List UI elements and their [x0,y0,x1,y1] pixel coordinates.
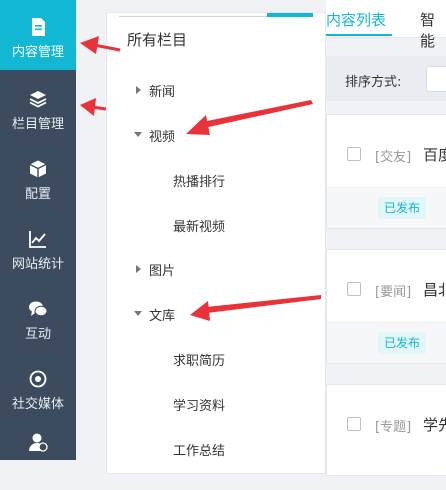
nav-item-interact[interactable]: 互动 [0,282,76,352]
nav-item-content[interactable]: 内容管理 [0,0,76,70]
tree-node-images[interactable]: 图片 [149,260,175,279]
item-footer: 已发布 [327,187,446,228]
item-checkbox[interactable] [347,147,361,161]
tree-title[interactable]: 所有栏目 [127,29,187,50]
layers-icon [29,91,47,108]
tab-smart[interactable]: 智能 [420,9,446,51]
nav-item-config[interactable]: 配置 [0,142,76,212]
item-title[interactable]: 学先 [423,414,446,435]
nav-label: 栏目管理 [11,117,64,132]
nav-label: 社交媒体 [11,397,64,412]
item-tag: [交友] [375,150,412,165]
nav-label: 配置 [24,187,51,202]
nav-item-stats[interactable]: 网站统计 [0,212,76,282]
status-badge: 已发布 [378,332,427,354]
tree-node-work-summary[interactable]: 工作总结 [173,440,225,459]
social-icon [29,370,47,388]
nav-label: 内容管理 [11,45,64,60]
cube-icon [29,160,47,178]
collapse-caret-icon[interactable] [134,132,142,137]
content-tabs: 内容列表 智能 [326,0,446,50]
tree-search-button[interactable] [267,13,313,17]
tab-active-indicator [326,34,392,36]
nav-item-column[interactable]: 栏目管理 [0,72,76,142]
tab-content-list[interactable]: 内容列表 [326,9,386,30]
line-chart-icon [29,231,46,248]
expand-caret-icon[interactable] [136,265,141,273]
status-badge: 已发布 [378,197,427,219]
chat-icon [29,301,48,317]
item-title[interactable]: 百度 [423,144,446,165]
tree-node-latest-video[interactable]: 最新视频 [173,216,225,235]
item-checkbox[interactable] [347,282,361,296]
tree-node-news[interactable]: 新闻 [149,81,175,100]
collapse-caret-icon[interactable] [134,311,142,316]
nav-label: 互动 [24,327,51,342]
list-item[interactable]: [交友] 百度 已发布 [326,114,446,229]
tree-node-hot-ranking[interactable]: 热播排行 [173,171,225,190]
column-tree-panel: 所有栏目 新闻 视频 热播排行 最新视频 图片 文库 求职简历 学习资料 工作总… [106,12,326,474]
sort-select[interactable] [426,66,446,92]
document-icon [32,18,45,36]
item-tag: [要闻] [375,285,412,300]
nav-item-social[interactable]: 社交媒体 [0,352,76,422]
list-item[interactable]: [专题] 学先 [326,384,446,476]
expand-caret-icon[interactable] [136,86,141,94]
tree-node-resume[interactable]: 求职简历 [173,350,225,369]
arrow-annotation [80,98,107,116]
item-footer: 已发布 [327,322,446,363]
tree-node-library[interactable]: 文库 [149,305,175,324]
main-nav: 内容管理 栏目管理 配置 网站统计 互动 社交媒体 [0,0,76,460]
user-check-icon [29,433,48,452]
sort-label: 排序方式: [345,75,402,90]
list-item[interactable]: [要闻] 昌北 已发布 [326,249,446,364]
tree-node-study-material[interactable]: 学习资料 [173,395,225,414]
item-tag: [专题] [375,420,412,435]
nav-item-user[interactable] [0,420,76,490]
nav-label: 网站统计 [11,257,64,272]
item-checkbox[interactable] [347,417,361,431]
item-title[interactable]: 昌北 [423,279,446,300]
tree-node-video[interactable]: 视频 [149,126,175,145]
sort-bar: 排序方式: [326,56,446,101]
